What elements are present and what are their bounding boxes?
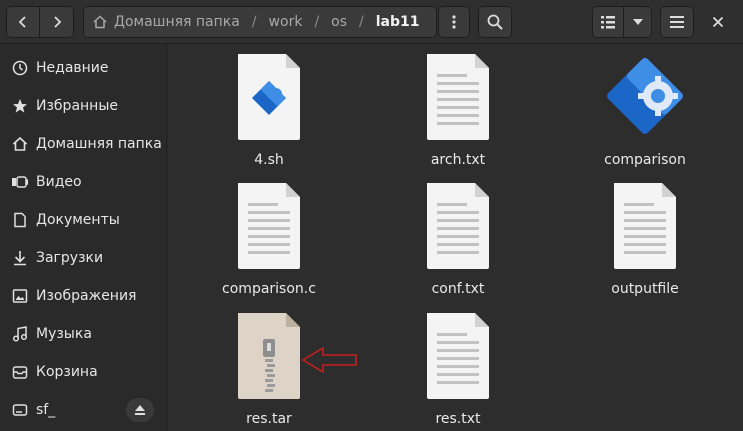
sidebar-item-label: Загрузки — [36, 250, 104, 266]
file-item[interactable]: comparison.c — [189, 181, 349, 307]
executable-icon — [607, 58, 683, 134]
sidebar-item-label: Документы — [36, 212, 120, 228]
breadcrumb-label: os — [331, 14, 348, 30]
sidebar-item-videos[interactable]: Видео — [0, 163, 166, 201]
file-name: 4.sh — [254, 152, 284, 168]
sidebar-item-label: Изображения — [36, 288, 137, 304]
header-bar: Домашняя папка / work / os / lab11 — [0, 0, 743, 44]
sidebar-item-pictures[interactable]: Изображения — [0, 277, 166, 315]
breadcrumb-separator: / — [314, 14, 320, 30]
video-icon — [11, 173, 29, 191]
text-file-icon — [427, 183, 489, 269]
breadcrumb-label: work — [268, 14, 303, 30]
home-icon — [93, 15, 107, 29]
file-item[interactable]: arch.txt — [378, 52, 538, 178]
chevron-left-icon — [18, 16, 26, 28]
breadcrumb-separator: / — [251, 14, 257, 30]
sidebar-item-recent[interactable]: Недавние — [0, 49, 166, 87]
list-view-icon — [601, 16, 615, 29]
star-icon — [11, 97, 29, 115]
file-item[interactable]: res.txt — [378, 311, 538, 431]
script-file-icon — [238, 54, 300, 140]
file-name: res.txt — [435, 411, 481, 427]
view-toggle-button[interactable] — [592, 6, 624, 38]
file-name: arch.txt — [430, 152, 486, 168]
file-name: comparison — [604, 152, 686, 168]
image-icon — [11, 287, 29, 305]
annotation-arrow-icon — [301, 346, 357, 374]
path-menu-button[interactable] — [438, 6, 470, 38]
archive-file-icon — [238, 313, 300, 399]
search-icon — [487, 14, 503, 30]
document-icon — [11, 211, 29, 229]
sidebar-item-label: Музыка — [36, 326, 92, 342]
music-icon — [11, 325, 29, 343]
drive-icon — [11, 401, 29, 419]
file-item[interactable]: outputfile — [565, 181, 725, 307]
eject-button[interactable] — [126, 398, 154, 422]
home-icon — [11, 135, 29, 153]
text-file-icon — [614, 183, 676, 269]
text-file-icon — [427, 54, 489, 140]
breadcrumb-label: Домашняя папка — [114, 14, 240, 30]
file-name: res.tar — [246, 411, 292, 427]
path-bar: Домашняя папка / work / os / lab11 — [83, 6, 437, 38]
file-grid: 4.sh arch.txt comparison comparison.c co… — [168, 45, 743, 431]
breadcrumb-home[interactable]: Домашняя папка — [92, 14, 240, 30]
file-name: outputfile — [611, 281, 679, 297]
close-button[interactable] — [706, 10, 730, 34]
clock-icon — [11, 59, 29, 77]
hamburger-menu-icon — [670, 16, 684, 28]
sidebar-item-drive[interactable]: sf_ — [0, 391, 166, 429]
sidebar-item-label: Недавние — [36, 60, 109, 76]
breadcrumb-label: lab11 — [375, 14, 420, 30]
text-file-icon — [427, 313, 489, 399]
sidebar-item-label: Избранные — [36, 98, 118, 114]
vertical-dots-icon — [452, 15, 456, 29]
main-menu-button[interactable] — [660, 6, 694, 38]
forward-button[interactable] — [40, 6, 74, 38]
breadcrumb-os[interactable]: os — [331, 14, 347, 30]
sidebar-item-label: sf_ — [36, 402, 56, 418]
file-item[interactable]: comparison — [565, 52, 725, 178]
file-item[interactable]: 4.sh — [189, 52, 349, 178]
breadcrumb-lab11[interactable]: lab11 — [376, 14, 420, 30]
sidebar-item-music[interactable]: Музыка — [0, 315, 166, 353]
sidebar-item-documents[interactable]: Документы — [0, 201, 166, 239]
breadcrumb-separator: / — [359, 14, 364, 30]
breadcrumb-work[interactable]: work — [269, 14, 303, 30]
back-button[interactable] — [6, 6, 40, 38]
search-button[interactable] — [478, 6, 512, 38]
sidebar: Недавние Избранные Домашняя папка Видео … — [0, 45, 167, 431]
download-icon — [11, 249, 29, 267]
sidebar-item-label: Видео — [36, 174, 82, 190]
text-file-icon — [238, 183, 300, 269]
file-item[interactable]: conf.txt — [378, 181, 538, 307]
sidebar-item-label: Домашняя папка — [36, 136, 162, 152]
chevron-right-icon — [53, 16, 61, 28]
sidebar-item-starred[interactable]: Избранные — [0, 87, 166, 125]
trash-icon — [11, 363, 29, 381]
file-name: comparison.c — [222, 281, 316, 297]
view-options-button[interactable] — [624, 6, 652, 38]
sidebar-item-label: Корзина — [36, 364, 98, 380]
close-icon — [712, 16, 724, 28]
sidebar-item-downloads[interactable]: Загрузки — [0, 239, 166, 277]
sidebar-item-trash[interactable]: Корзина — [0, 353, 166, 391]
sidebar-item-home[interactable]: Домашняя папка — [0, 125, 166, 163]
chevron-down-icon — [632, 19, 643, 25]
eject-icon — [135, 405, 145, 415]
file-name: conf.txt — [431, 281, 485, 297]
